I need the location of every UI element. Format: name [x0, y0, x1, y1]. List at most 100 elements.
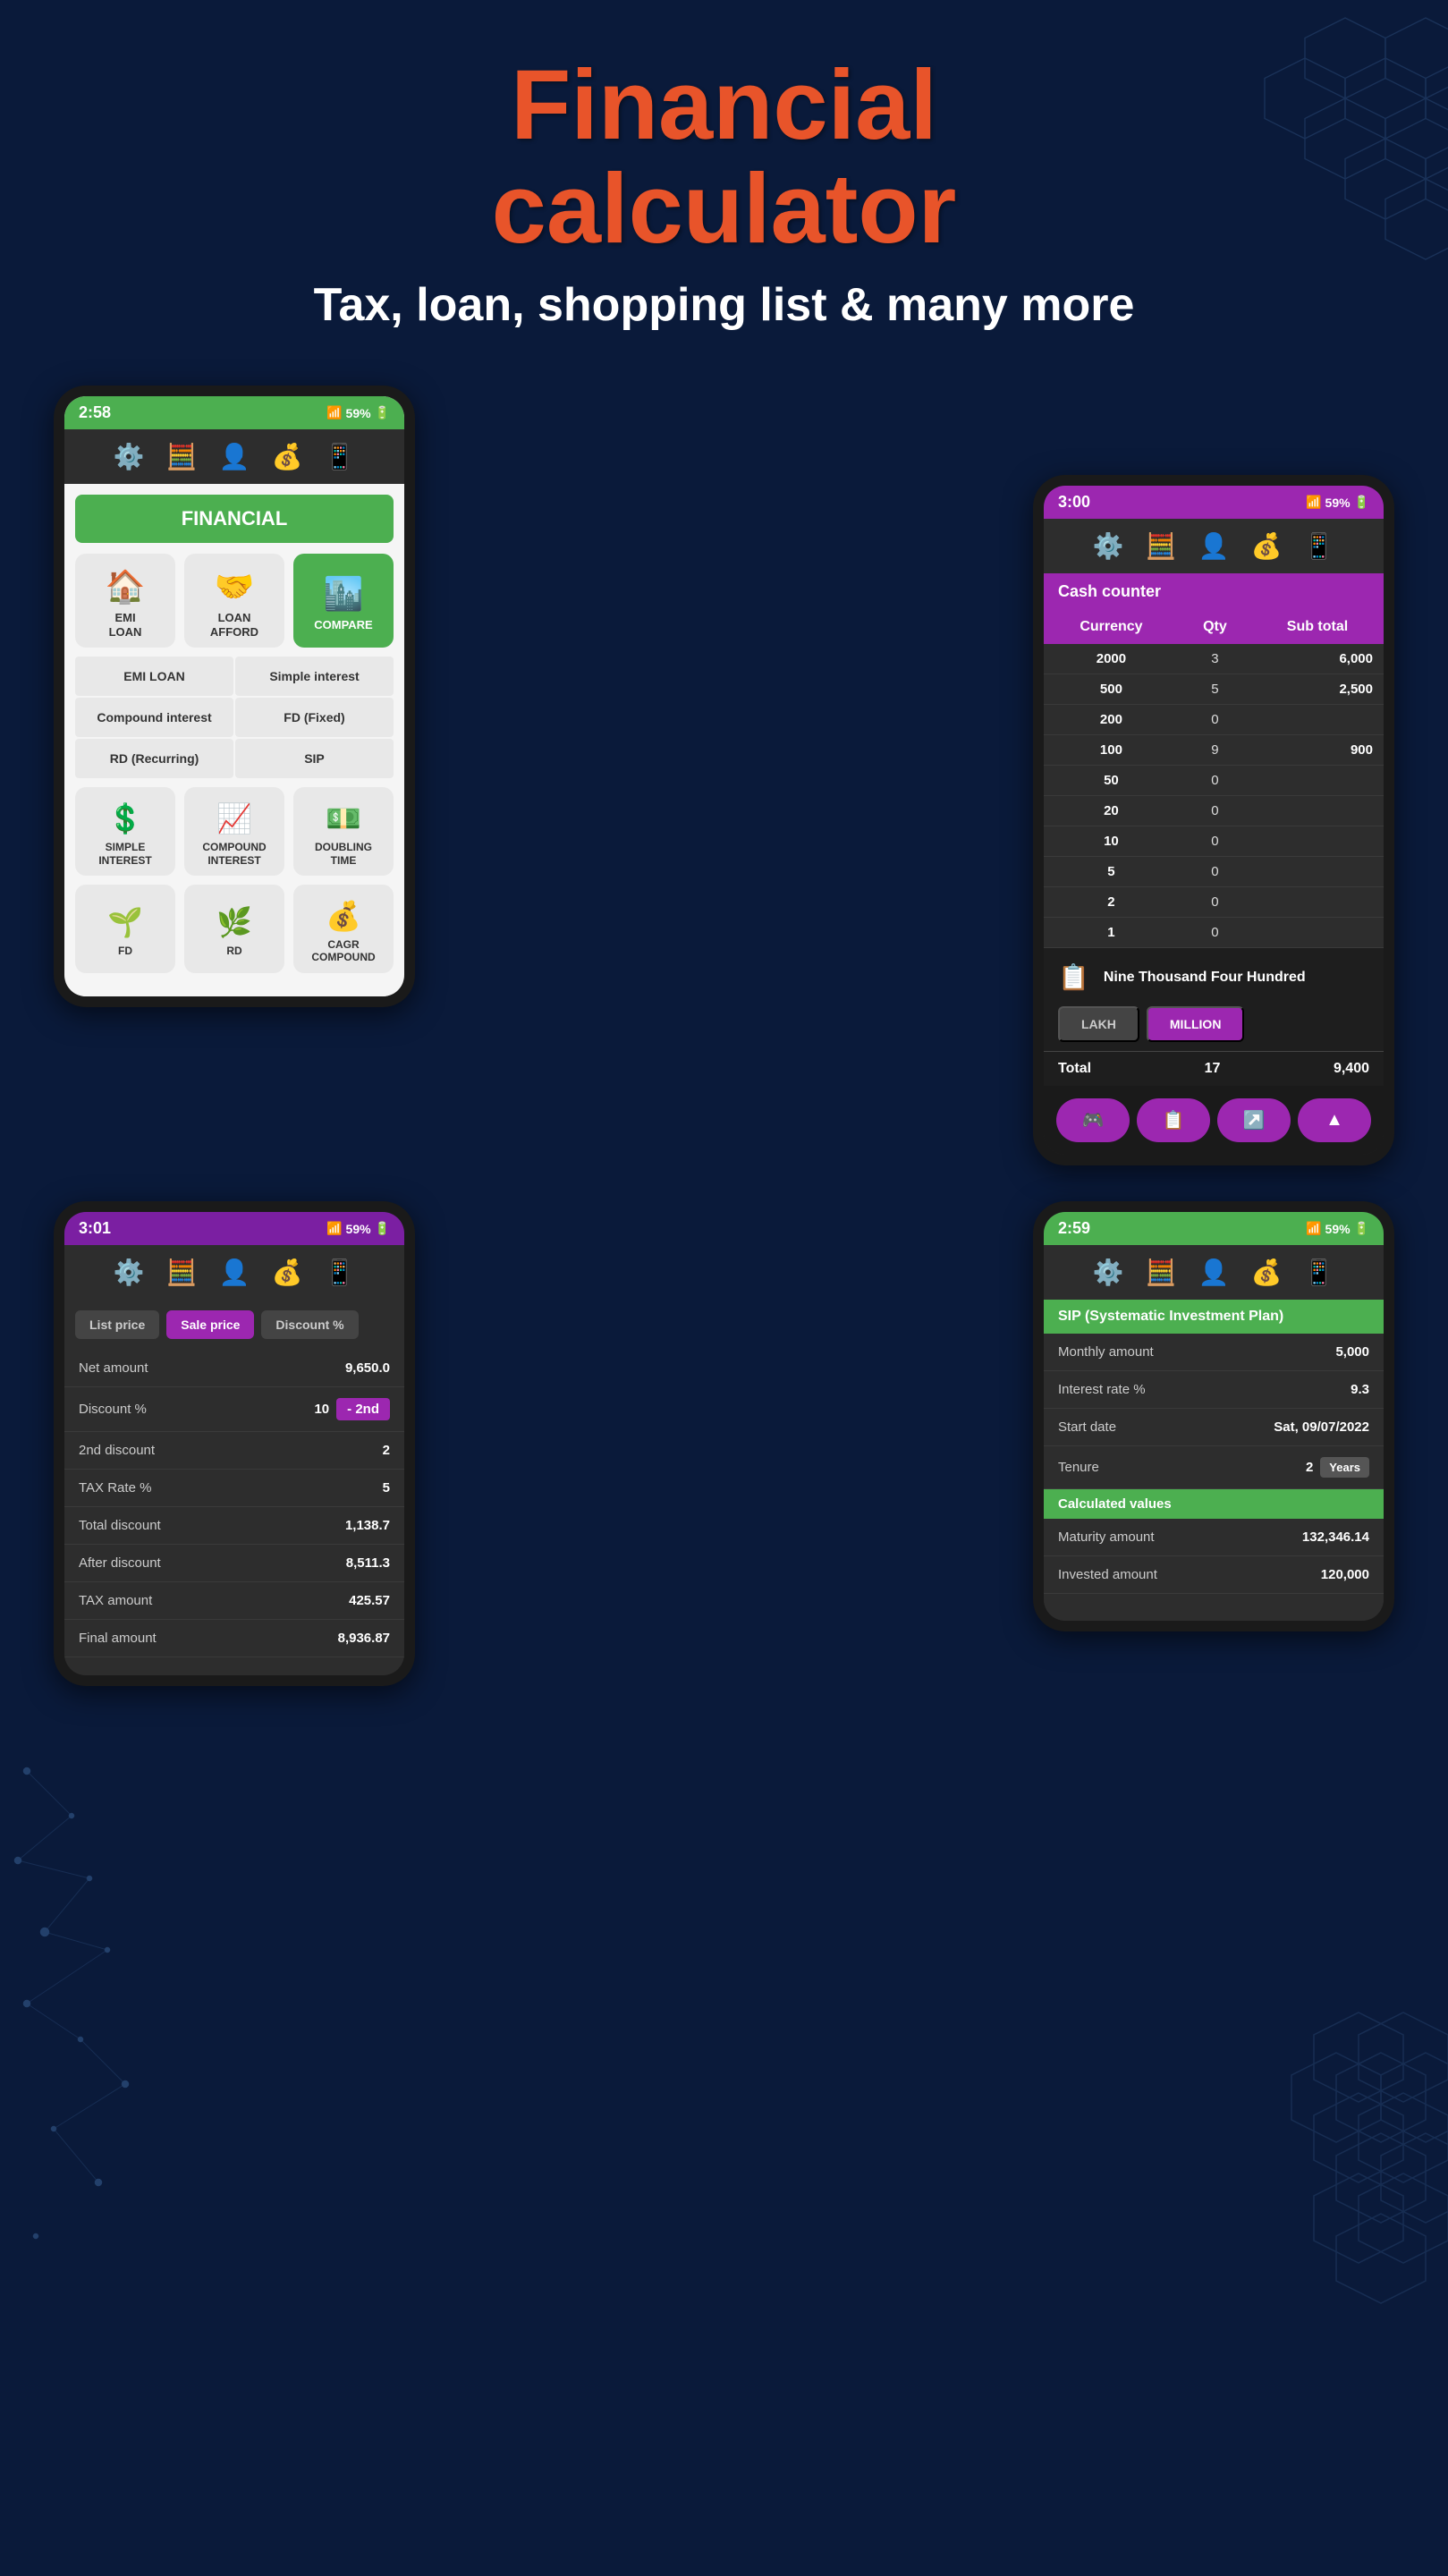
phone-icon[interactable]: 📱 [324, 442, 355, 471]
start-date-label: Start date [1058, 1419, 1116, 1435]
phone-frame-discount: 3:01 📶59%🔋 ⚙️ 🧮 👤 💰 📱 List price Sal [54, 1201, 415, 1686]
after-discount-row: After discount 8,511.3 [64, 1545, 404, 1582]
tax-amount-value: 425.57 [349, 1593, 390, 1608]
menu-simple-interest[interactable]: Simple interest [235, 657, 394, 696]
status-icons-2: 📶59%🔋 [1306, 495, 1369, 510]
emi-label: EMILOAN [109, 611, 142, 639]
simple-interest-label: SIMPLEINTEREST [98, 841, 151, 867]
status-bar-1: 2:58 📶59%🔋 [64, 396, 404, 429]
share-button[interactable]: ↗️ [1217, 1098, 1291, 1142]
money-icon-4[interactable]: 💰 [1250, 1258, 1282, 1287]
tab-sale-price[interactable]: Sale price [166, 1310, 254, 1339]
settings-icon-4[interactable]: ⚙️ [1093, 1258, 1124, 1287]
title-line1: Financial [511, 50, 937, 160]
cagr-item[interactable]: 💰 CAGRCOMPOUND [293, 885, 394, 973]
start-date-value: Sat, 09/07/2022 [1274, 1419, 1369, 1435]
rd-item[interactable]: 🌿 RD [184, 885, 284, 973]
table-row: 1 0 [1044, 918, 1384, 948]
col-qty: Qty [1179, 610, 1251, 644]
interest-rate-value: 9.3 [1351, 1382, 1369, 1397]
tab-list-price[interactable]: List price [75, 1310, 159, 1339]
money-icon-3[interactable]: 💰 [271, 1258, 302, 1287]
bottom-row: 3:01 📶59%🔋 ⚙️ 🧮 👤 💰 📱 List price Sal [54, 1201, 1394, 1686]
tax-rate-row: TAX Rate % 5 [64, 1470, 404, 1507]
compound-interest-label: COMPOUNDINTEREST [202, 841, 266, 867]
clipboard-button[interactable]: 📋 [1137, 1098, 1210, 1142]
menu-sip[interactable]: SIP [235, 739, 394, 778]
calculator-icon-4[interactable]: 🧮 [1146, 1258, 1177, 1287]
menu-rd[interactable]: RD (Recurring) [75, 739, 233, 778]
calculator-icon-3[interactable]: 🧮 [166, 1258, 198, 1287]
second-discount-row: 2nd discount 2 [64, 1432, 404, 1470]
up-button[interactable]: ▲ [1298, 1098, 1371, 1142]
user-icon[interactable]: 👤 [219, 442, 250, 471]
phone-icon-3[interactable]: 📱 [324, 1258, 355, 1287]
settings-icon-2[interactable]: ⚙️ [1093, 531, 1124, 561]
tax-rate-value: 5 [383, 1480, 390, 1496]
menu-emi-loan[interactable]: EMI LOAN [75, 657, 233, 696]
user-icon-3[interactable]: 👤 [219, 1258, 250, 1287]
money-icon[interactable]: 💰 [271, 442, 302, 471]
calc-values-header: Calculated values [1044, 1489, 1384, 1519]
status-icons-1: 📶59%🔋 [326, 405, 390, 420]
phone-icon-2[interactable]: 📱 [1303, 531, 1334, 561]
emi-loan-item[interactable]: 🏠 EMILOAN [75, 554, 175, 648]
million-button[interactable]: MILLION [1147, 1006, 1245, 1042]
second-discount-value: 2 [383, 1443, 390, 1458]
start-date-row: Start date Sat, 09/07/2022 [1044, 1409, 1384, 1446]
calculator-icon[interactable]: 🧮 [166, 442, 198, 471]
second-discount-badge: - 2nd [336, 1398, 390, 1420]
invested-amount-value: 120,000 [1321, 1567, 1369, 1582]
simple-interest-icon: 💲 [107, 801, 143, 835]
doubling-time-label: DOUBLINGTIME [315, 841, 372, 867]
discount-pct-label: Discount % [79, 1402, 147, 1417]
total-amount: 9,400 [1334, 1061, 1369, 1077]
compare-icon: 🏙️ [324, 575, 364, 613]
compare-item[interactable]: 🏙️ COMPARE [293, 554, 394, 648]
money-icon-2[interactable]: 💰 [1250, 531, 1282, 561]
lower-calc-grid: 💲 SIMPLEINTEREST 📈 COMPOUNDINTEREST 💵 DO… [64, 787, 404, 982]
menu-compound-interest[interactable]: Compound interest [75, 698, 233, 737]
grand-total-row: Total 17 9,400 [1044, 1051, 1384, 1086]
col-subtotal: Sub total [1251, 610, 1384, 644]
nav-icons-bar-1: ⚙️ 🧮 👤 💰 📱 [64, 429, 404, 484]
discount-tabs: List price Sale price Discount % [64, 1300, 404, 1350]
calculator-icon-2[interactable]: 🧮 [1146, 531, 1177, 561]
settings-icon[interactable]: ⚙️ [114, 442, 145, 471]
maturity-amount-row: Maturity amount 132,346.14 [1044, 1519, 1384, 1556]
fd-item[interactable]: 🌱 FD [75, 885, 175, 973]
user-icon-4[interactable]: 👤 [1198, 1258, 1230, 1287]
cagr-icon: 💰 [326, 899, 361, 933]
simple-interest-item[interactable]: 💲 SIMPLEINTEREST [75, 787, 175, 876]
emi-icon: 🏠 [106, 568, 146, 606]
fd-label: FD [118, 945, 132, 957]
phone-icon-4[interactable]: 📱 [1303, 1258, 1334, 1287]
total-discount-label: Total discount [79, 1518, 161, 1533]
sip-screen: 2:59 📶59%🔋 ⚙️ 🧮 👤 💰 📱 SIP (Systematic In… [1044, 1212, 1384, 1621]
cash-counter-label: Cash counter [1044, 573, 1384, 610]
monthly-amount-row: Monthly amount 5,000 [1044, 1334, 1384, 1371]
net-amount-label: Net amount [79, 1360, 148, 1376]
calculator-grid: 🏠 EMILOAN 🤝 LOANAFFORD 🏙️ COMPARE [64, 554, 404, 657]
status-bar-4: 2:59 📶59%🔋 [1044, 1212, 1384, 1245]
rd-icon: 🌿 [216, 905, 252, 939]
compound-interest-item[interactable]: 📈 COMPOUNDINTEREST [184, 787, 284, 876]
final-amount-row: Final amount 8,936.87 [64, 1620, 404, 1657]
tab-discount-pct[interactable]: Discount % [261, 1310, 358, 1339]
loan-icon: 🤝 [215, 568, 255, 606]
header-subtitle: Tax, loan, shopping list & many more [18, 278, 1430, 332]
financial-screen: 2:58 📶59%🔋 ⚙️ 🧮 👤 💰 📱 FINANCIAL [64, 396, 404, 996]
menu-grid: EMI LOAN Simple interest Compound intere… [64, 657, 404, 787]
user-icon-2[interactable]: 👤 [1198, 531, 1230, 561]
status-icons-4: 📶59%🔋 [1306, 1221, 1369, 1236]
time-1: 2:58 [79, 403, 111, 422]
monthly-amount-label: Monthly amount [1058, 1344, 1154, 1360]
menu-fd[interactable]: FD (Fixed) [235, 698, 394, 737]
doubling-time-item[interactable]: 💵 DOUBLINGTIME [293, 787, 394, 876]
status-bar-2: 3:00 📶59%🔋 [1044, 486, 1384, 519]
lakh-button[interactable]: LAKH [1058, 1006, 1139, 1042]
settings-icon-3[interactable]: ⚙️ [114, 1258, 145, 1287]
after-discount-value: 8,511.3 [346, 1555, 390, 1571]
loan-afford-item[interactable]: 🤝 LOANAFFORD [184, 554, 284, 648]
game-button[interactable]: 🎮 [1056, 1098, 1130, 1142]
